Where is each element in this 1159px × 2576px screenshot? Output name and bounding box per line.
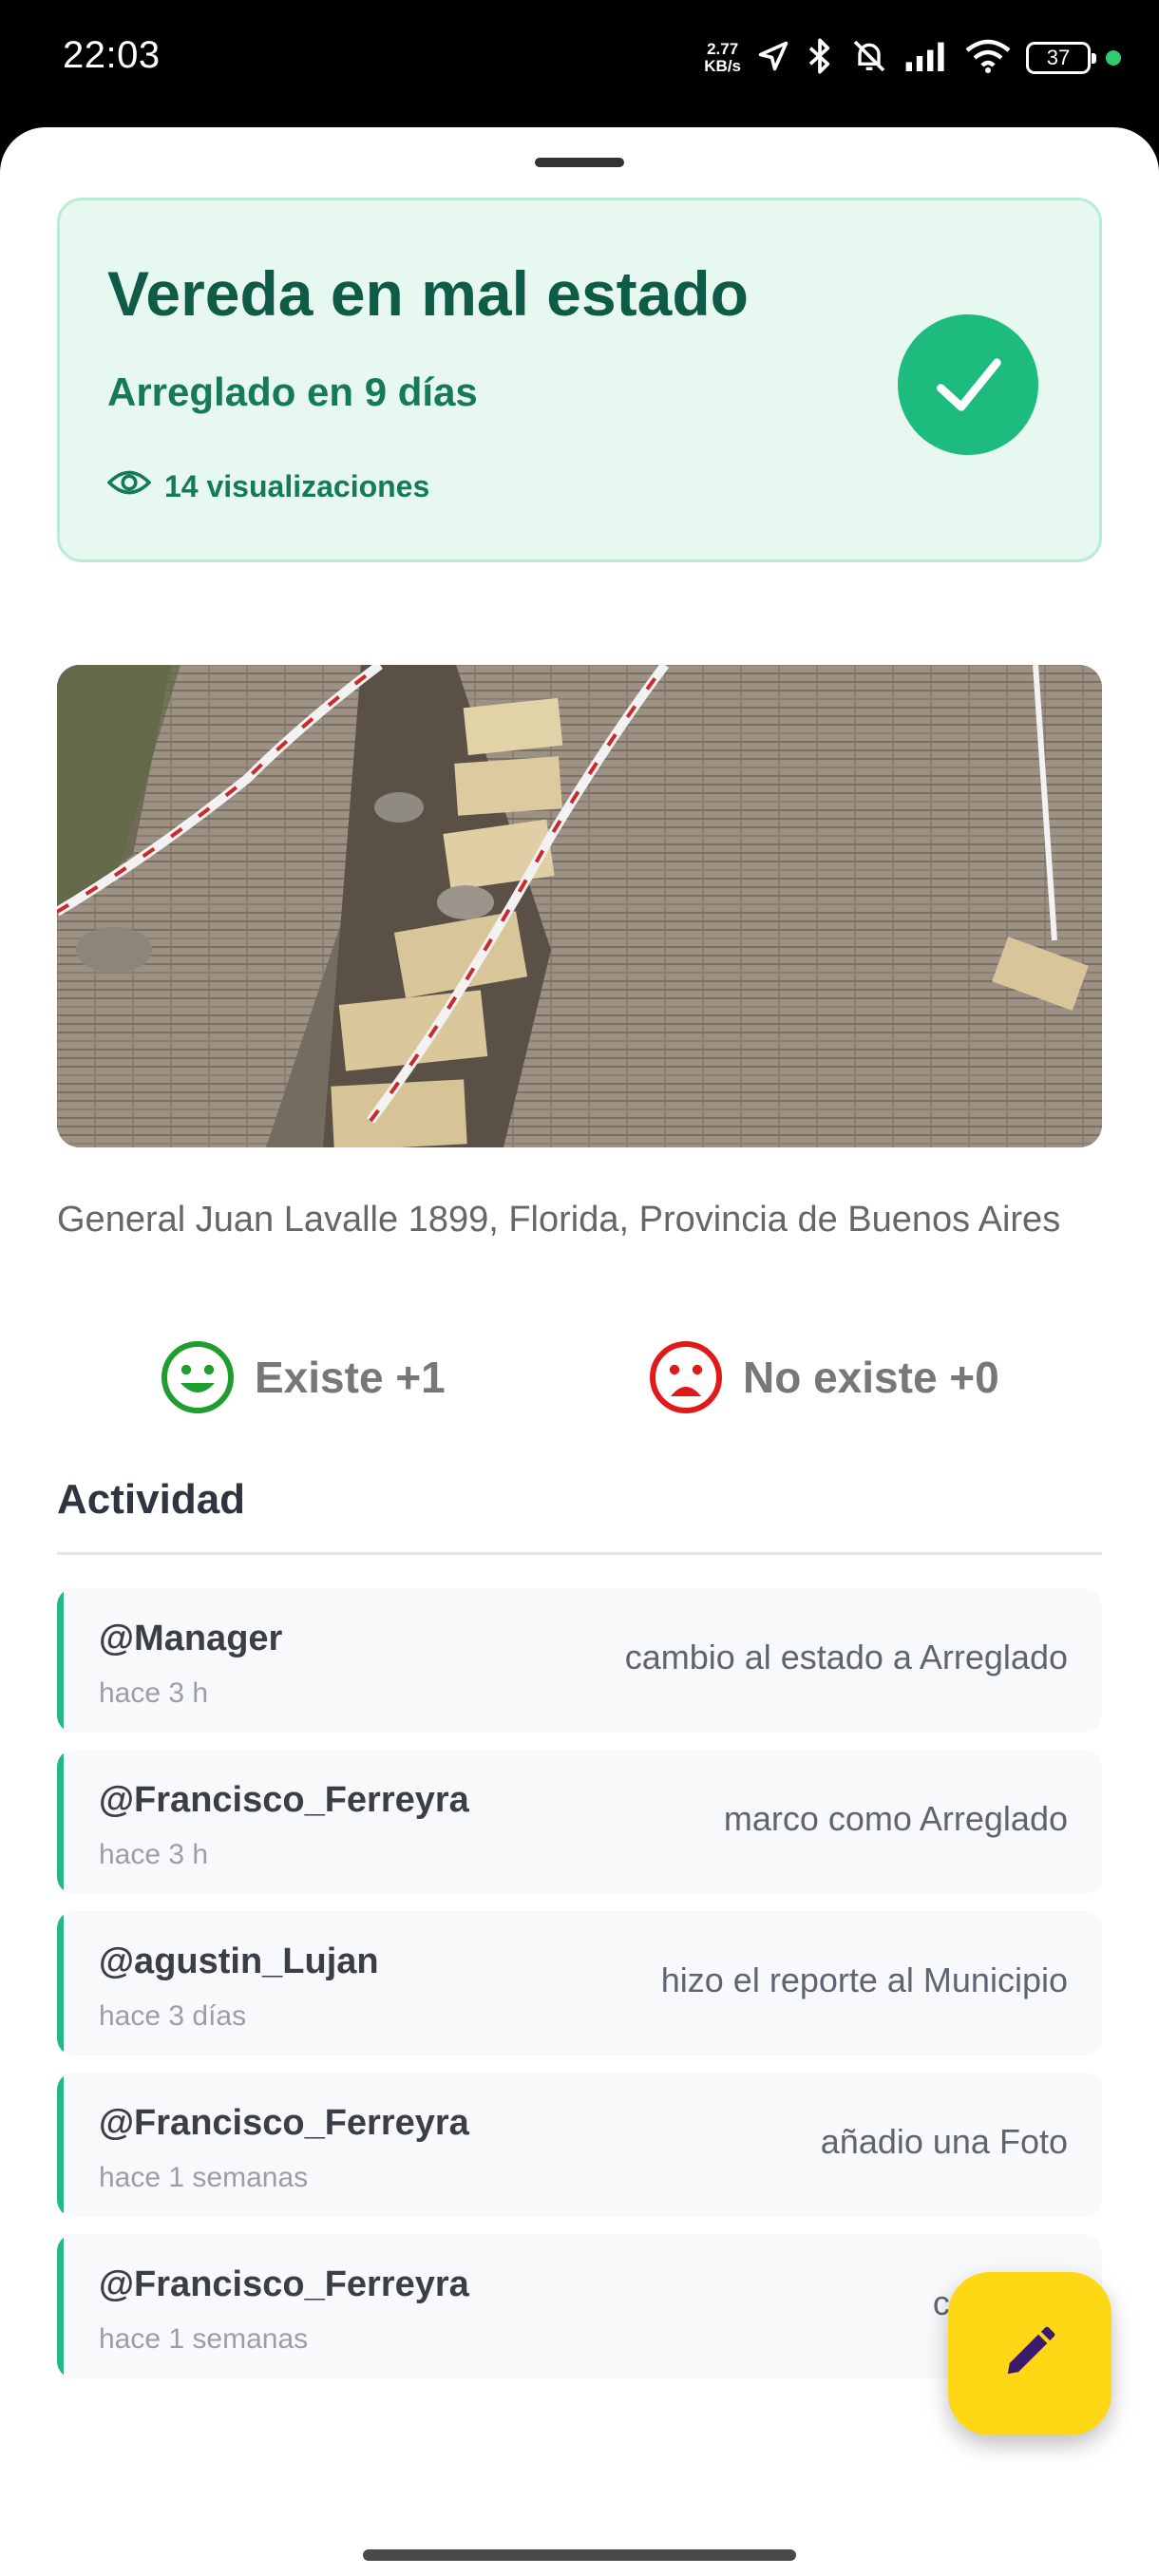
activity-time: hace 1 semanas — [99, 2323, 309, 2355]
status-card: Vereda en mal estado Arreglado en 9 días… — [57, 198, 1102, 562]
activity-time: hace 3 días — [99, 2000, 247, 2032]
activity-divider — [57, 1552, 1102, 1555]
broken-sidewalk-photo[interactable] — [57, 665, 1102, 1147]
vote-exists-button[interactable]: Existe +1 — [160, 1339, 446, 1415]
address-text: General Juan Lavalle 1899, Florida, Prov… — [57, 1200, 1061, 1240]
status-bar: 22:03 2.77 KB/s 37 — [0, 0, 1159, 129]
vote-not-exists-label: No existe +0 — [743, 1353, 999, 1402]
activity-list: @Manager hace 3 h cambio al estado a Arr… — [57, 1588, 1102, 2396]
happy-face-icon — [160, 1339, 236, 1415]
home-indicator[interactable] — [363, 2549, 796, 2561]
views-count: 14 visualizaciones — [106, 468, 430, 504]
activity-item: @Francisco_Ferreyra hace 1 semanas añadi… — [57, 2073, 1102, 2217]
bluetooth-icon — [806, 37, 834, 80]
vote-exists-label: Existe +1 — [255, 1353, 446, 1402]
views-label: 14 visualizaciones — [164, 468, 430, 503]
activity-item: @agustin_Lujan hace 3 días hizo el repor… — [57, 1911, 1102, 2055]
fixed-duration: Arreglado en 9 días — [107, 369, 478, 414]
eye-icon — [106, 468, 152, 504]
bottom-sheet: Vereda en mal estado Arreglado en 9 días… — [0, 127, 1159, 2576]
report-title: Vereda en mal estado — [107, 258, 749, 329]
activity-action: cambio al estado a Arreglado — [624, 1638, 1068, 1676]
activity-user[interactable]: @Francisco_Ferreyra — [99, 2103, 469, 2144]
edit-fab-button[interactable] — [948, 2272, 1112, 2435]
activity-heading: Actividad — [57, 1476, 246, 1523]
status-time: 22:03 — [63, 34, 161, 76]
pencil-icon — [1000, 2322, 1059, 2386]
activity-action: añadio una Foto — [820, 2122, 1068, 2161]
muted-bell-icon — [849, 37, 889, 80]
activity-user[interactable]: @agustin_Lujan — [99, 1941, 379, 1982]
battery-icon: 37 — [1026, 42, 1096, 74]
network-speed-value: 2.77 — [707, 40, 739, 58]
camera-indicator-dot — [1106, 50, 1121, 66]
activity-item: @Manager hace 3 h cambio al estado a Arr… — [57, 1588, 1102, 1733]
signal-icon — [904, 40, 950, 77]
location-arrow-icon — [756, 39, 790, 78]
activity-time: hace 3 h — [99, 1839, 209, 1870]
status-icons: 2.77 KB/s 37 — [704, 28, 1121, 87]
activity-action: marco como Arreglado — [723, 1799, 1068, 1838]
network-speed-unit: KB/s — [704, 57, 741, 75]
drag-handle[interactable] — [535, 158, 624, 167]
vote-not-exists-button[interactable]: No existe +0 — [648, 1339, 999, 1415]
sad-face-icon — [648, 1339, 724, 1415]
network-speed: 2.77 KB/s — [704, 41, 741, 75]
activity-user[interactable]: @Francisco_Ferreyra — [99, 1780, 469, 1821]
check-icon — [898, 314, 1038, 455]
wifi-icon — [965, 38, 1011, 79]
activity-item: @Francisco_Ferreyra hace 3 h marco como … — [57, 1750, 1102, 1894]
activity-user[interactable]: @Manager — [99, 1619, 282, 1659]
activity-time: hace 3 h — [99, 1677, 209, 1709]
activity-item: @Francisco_Ferreyra hace 1 semanas creo … — [57, 2234, 1102, 2378]
activity-time: hace 1 semanas — [99, 2162, 309, 2193]
activity-user[interactable]: @Francisco_Ferreyra — [99, 2264, 469, 2305]
battery-level: 37 — [1046, 46, 1071, 69]
activity-action: hizo el reporte al Municipio — [660, 1960, 1068, 1999]
